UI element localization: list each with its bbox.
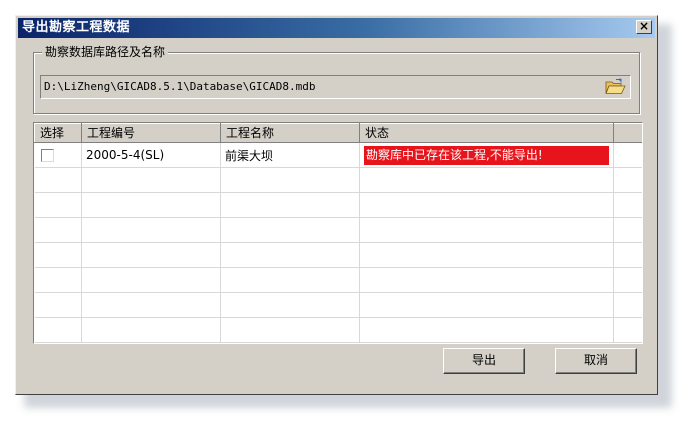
browse-database-button[interactable]	[604, 78, 626, 96]
close-button[interactable]: ×	[636, 20, 652, 34]
project-grid[interactable]: 选择 工程编号 工程名称 状态 2000-5-4(SL) 前渠大坝 勘察库中已存…	[33, 122, 643, 344]
title-bar[interactable]: 导出勘察工程数据 ×	[18, 18, 655, 38]
column-header-filler	[613, 123, 642, 143]
status-cell: 勘察库中已存在该工程,不能导出!	[359, 142, 614, 168]
project-name-cell: 前渠大坝	[220, 142, 360, 168]
project-code-cell: 2000-5-4(SL)	[81, 142, 221, 168]
table-row	[34, 242, 642, 268]
column-header-status[interactable]: 状态	[359, 123, 614, 143]
project-table: 选择 工程编号 工程名称 状态 2000-5-4(SL) 前渠大坝 勘察库中已存…	[34, 123, 642, 343]
export-dialog: 导出勘察工程数据 × 勘察数据库路径及名称 D:\LiZheng\GICAD8.…	[15, 15, 658, 395]
select-cell[interactable]	[34, 142, 82, 168]
database-path-value: D:\LiZheng\GICAD8.5.1\Database\GICAD8.md…	[44, 80, 316, 93]
database-path-field[interactable]: D:\LiZheng\GICAD8.5.1\Database\GICAD8.md…	[40, 75, 631, 99]
row-select-checkbox[interactable]	[40, 149, 54, 162]
database-path-group: 勘察数据库路径及名称 D:\LiZheng\GICAD8.5.1\Databas…	[33, 44, 640, 114]
filler-cell	[613, 142, 642, 168]
folder-open-icon	[605, 78, 626, 94]
grid-header-row: 选择 工程编号 工程名称 状态	[34, 123, 642, 143]
table-row	[34, 267, 642, 293]
table-row[interactable]: 2000-5-4(SL) 前渠大坝 勘察库中已存在该工程,不能导出!	[34, 142, 642, 168]
table-row	[34, 192, 642, 218]
table-row	[34, 217, 642, 243]
table-row	[34, 292, 642, 318]
database-path-legend: 勘察数据库路径及名称	[42, 44, 169, 60]
window-title: 导出勘察工程数据	[22, 20, 131, 35]
table-row	[34, 317, 642, 343]
table-row	[34, 167, 642, 193]
column-header-select[interactable]: 选择	[34, 123, 82, 143]
export-button[interactable]: 导出	[443, 348, 525, 374]
status-error-text: 勘察库中已存在该工程,不能导出!	[364, 145, 609, 165]
column-header-name[interactable]: 工程名称	[220, 123, 360, 143]
column-header-code[interactable]: 工程编号	[81, 123, 221, 143]
cancel-button[interactable]: 取消	[555, 348, 637, 374]
